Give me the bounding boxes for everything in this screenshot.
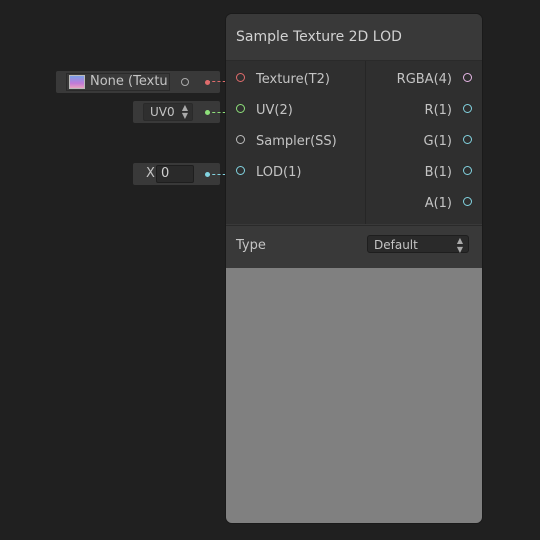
updown-arrows-icon: ▲ ▼ [181,103,188,120]
input-port-sampler-label: Sampler(SS) [256,134,337,149]
output-port-a-label: A(1) [424,196,452,211]
uv-dropdown-value: UV0 [150,105,175,119]
texture-field[interactable]: None (Textu [66,73,170,91]
type-dropdown[interactable]: Default ▲ ▼ [367,235,469,254]
type-setting-row: Type Default ▲ ▼ [226,225,482,269]
output-port-b-label: B(1) [424,165,452,180]
input-port-uv[interactable]: UV(2) [226,92,365,123]
object-picker-icon[interactable] [181,78,189,86]
type-dropdown-value: Default [374,238,418,252]
output-port-b-icon[interactable] [463,166,472,175]
output-port-rgba-label: RGBA(4) [396,72,452,87]
input-port-uv-icon[interactable] [236,104,245,113]
input-port-lod-icon[interactable] [236,166,245,175]
output-port-r-icon[interactable] [463,104,472,113]
input-port-lod[interactable]: LOD(1) [226,154,365,185]
updown-arrows-icon: ▲ ▼ [456,236,463,254]
lod-value-field[interactable]: 0 [156,165,194,183]
input-port-uv-label: UV(2) [256,103,293,118]
uv-dropdown[interactable]: UV0 ▲ ▼ [143,103,193,121]
output-port-g[interactable]: G(1) [366,123,482,154]
input-port-sampler[interactable]: Sampler(SS) [226,123,365,154]
texture-inline-input[interactable]: None (Textu [56,71,220,93]
lod-axis-label: X [146,166,155,181]
type-label: Type [236,238,266,253]
node-title[interactable]: Sample Texture 2D LOD [226,14,482,61]
input-port-texture[interactable]: Texture(T2) [226,61,365,92]
sample-texture-2d-lod-node[interactable]: Sample Texture 2D LOD Texture(T2) UV(2) … [226,14,482,523]
input-port-sampler-icon[interactable] [236,135,245,144]
output-port-rgba-icon[interactable] [463,73,472,82]
output-port-rgba[interactable]: RGBA(4) [366,61,482,92]
texture-preview [226,268,482,523]
output-port-r-label: R(1) [424,103,452,118]
output-port-g-icon[interactable] [463,135,472,144]
output-port-r[interactable]: R(1) [366,92,482,123]
ports-area: Texture(T2) UV(2) Sampler(SS) LOD(1) RGB… [226,61,482,224]
input-port-lod-label: LOD(1) [256,165,302,180]
output-port-g-label: G(1) [423,134,453,149]
input-port-texture-label: Texture(T2) [256,72,330,87]
output-port-b[interactable]: B(1) [366,154,482,185]
output-port-a-icon[interactable] [463,197,472,206]
input-port-texture-icon[interactable] [236,73,245,82]
output-port-a[interactable]: A(1) [366,185,482,216]
